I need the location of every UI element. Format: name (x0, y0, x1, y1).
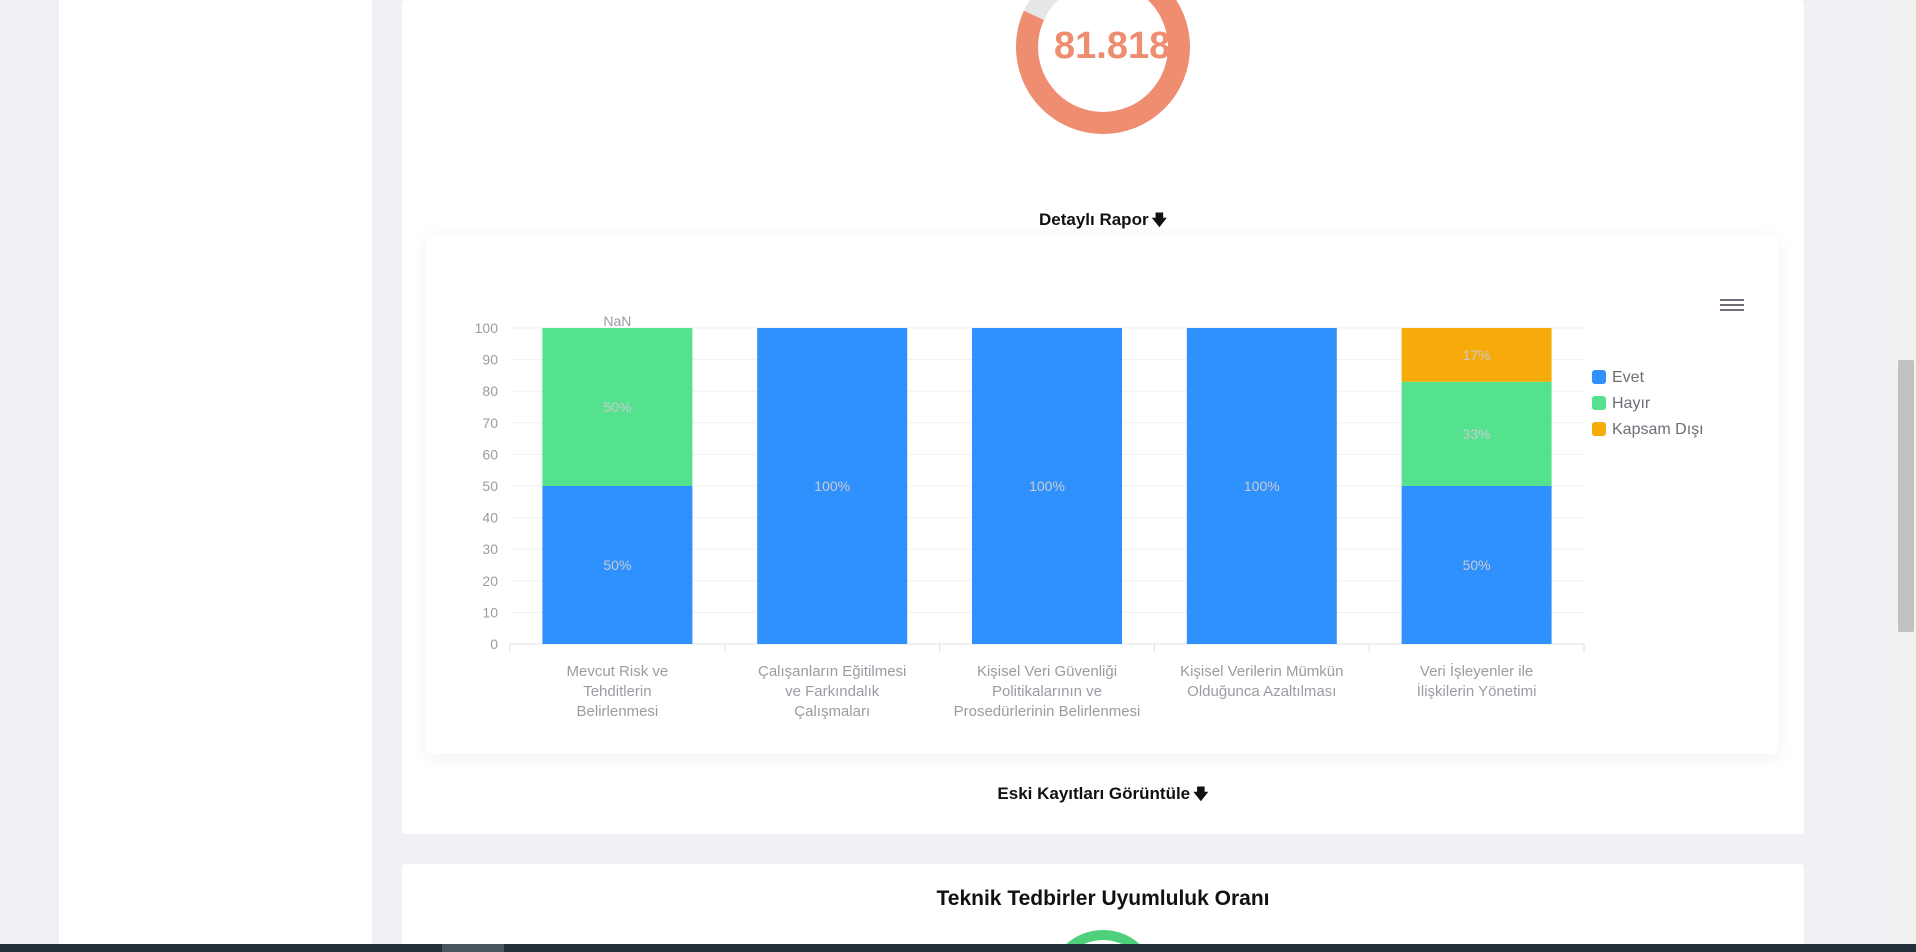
legend-label: Hayır (1612, 395, 1651, 412)
y-tick-label: 50 (482, 478, 498, 494)
bar-data-label: 50% (603, 557, 631, 573)
legend-marker (1592, 396, 1606, 410)
x-tick-label: Prosedürlerinin Belirlenmesi (954, 703, 1141, 720)
x-tick-label: Veri İşleyenler ile (1420, 662, 1533, 680)
bar-top-label: NaN (603, 313, 631, 329)
scrollbar-thumb[interactable] (1898, 360, 1914, 632)
legend-marker (1592, 370, 1606, 384)
y-tick-label: 40 (482, 510, 498, 526)
legend-marker (1592, 422, 1606, 436)
x-tick-label: Politikalarının ve (992, 683, 1102, 700)
x-tick-label: Tehditlerin (583, 683, 651, 700)
bar-data-label: 50% (603, 399, 631, 415)
bar-data-label: 17% (1463, 347, 1491, 363)
stacked-bar-chart: 0 10 20 30 40 50 60 70 80 90 100 50% 50% NaN Mevcut Ri… (475, 313, 1704, 720)
y-tick-label: 90 (482, 352, 498, 368)
bar-data-label: 50% (1463, 557, 1491, 573)
x-tick-label: İlişkilerin Yönetimi (1417, 682, 1537, 700)
bar-data-label: 100% (1029, 478, 1065, 494)
detailed-report-link[interactable]: Detaylı Rapor 🡇 (402, 210, 1804, 235)
y-tick-label: 70 (482, 415, 498, 431)
bar-data-label: 100% (814, 478, 850, 494)
x-tick-label: Kişisel Veri Güvenliği (977, 663, 1117, 680)
y-tick-label: 80 (482, 383, 498, 399)
x-tick-label: Olduğunca Azaltılması (1187, 683, 1336, 700)
y-tick-label: 30 (482, 541, 498, 557)
detailed-report-label: Detaylı Rapor (1038, 210, 1149, 229)
x-tick-label: Çalışanların Eğitilmesi (758, 663, 906, 680)
gauge-value: 81.818 (1054, 25, 1171, 67)
bar-data-label: 100% (1244, 478, 1280, 494)
x-tick-label: Belirlenmesi (577, 703, 659, 720)
arrow-down-icon: 🡇 (1193, 786, 1209, 803)
bar-data-label: 33% (1463, 426, 1491, 442)
arrow-down-icon: 🡇 (1151, 212, 1167, 229)
taskbar (0, 944, 1916, 952)
x-tick-label: Mevcut Risk ve (567, 663, 669, 680)
y-tick-label: 60 (482, 446, 498, 462)
view-history-label: Eski Kayıtları Görüntüle (997, 784, 1191, 803)
view-history-link[interactable]: Eski Kayıtları Görüntüle 🡇 (402, 784, 1804, 809)
left-panel (59, 0, 372, 944)
legend-label: Evet (1612, 369, 1645, 386)
y-tick-label: 0 (490, 636, 498, 652)
y-tick-label: 100 (475, 320, 499, 336)
y-tick-label: 10 (482, 604, 498, 620)
x-tick-label: ve Farkındalık (785, 683, 880, 700)
section-title: Teknik Tedbirler Uyumluluk Oranı (936, 887, 1270, 910)
x-tick-label: Çalışmaları (794, 703, 870, 720)
legend-label: Kapsam Dışı (1612, 421, 1704, 438)
y-tick-label: 20 (482, 573, 498, 589)
taskbar-item[interactable] (442, 944, 504, 952)
x-tick-label: Kişisel Verilerin Mümkün (1180, 663, 1343, 680)
